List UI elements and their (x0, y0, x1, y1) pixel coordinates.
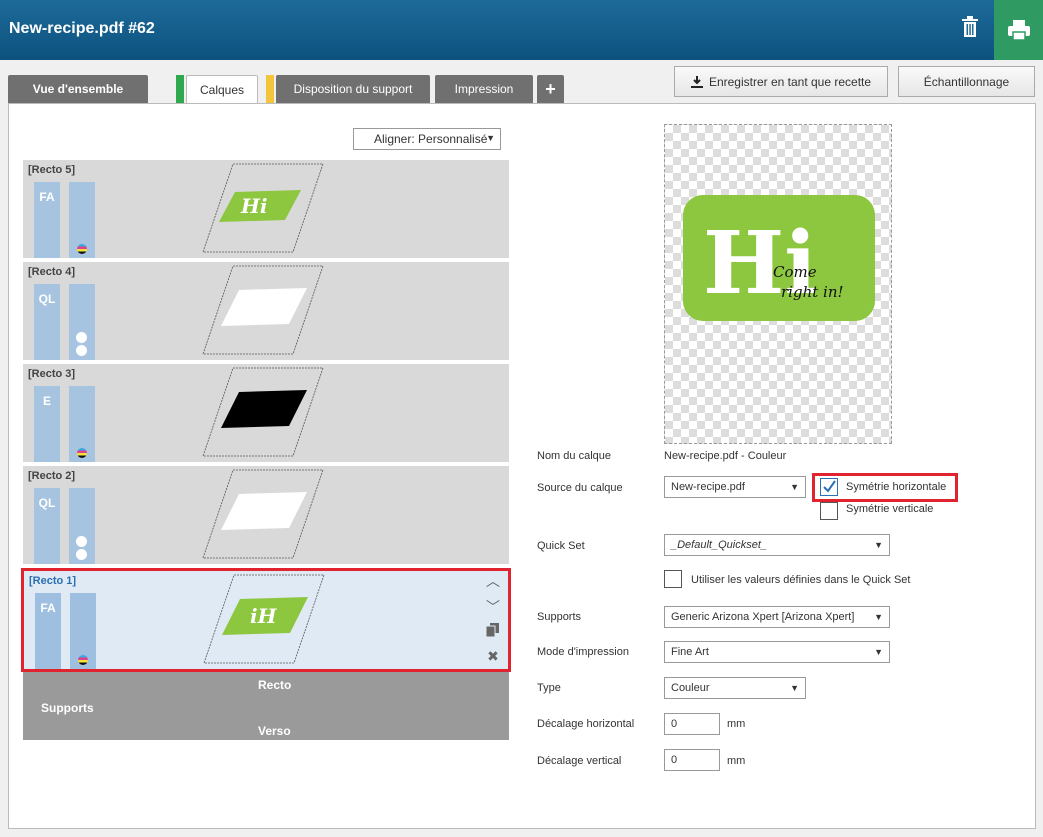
v-offset-unit: mm (727, 755, 746, 767)
preview-script-line2: right in! (781, 283, 844, 301)
mirror-h-label: Symétrie horizontale (846, 481, 947, 493)
chevron-down-icon: ▼ (874, 612, 883, 622)
print-button[interactable] (994, 0, 1043, 60)
layer-name: [Recto 4] (28, 266, 76, 278)
window-title: New-recipe.pdf #62 (9, 20, 155, 37)
tab-print[interactable]: Impression (435, 75, 533, 103)
layer-ink-column (70, 593, 96, 669)
print-mode-value: Fine Art (671, 646, 709, 658)
layer-preview: iH (203, 574, 325, 664)
svg-text:iH: iH (250, 604, 278, 628)
supports-field-label: Supports (537, 611, 582, 623)
layer-name: [Recto 3] (28, 368, 76, 380)
layer-name: [Recto 5] (28, 164, 76, 176)
tab-media-layout[interactable]: Disposition du support (276, 75, 430, 103)
sampling-button[interactable]: Échantillonnage (898, 66, 1035, 97)
align-value: Aligner: Personnalisé (374, 132, 488, 146)
move-down-icon[interactable]: ﹀ (485, 599, 501, 615)
layer-recto-1[interactable]: [Recto 1] FA iH ︿ ﹀ ✖ (21, 568, 511, 672)
quickset-select[interactable]: _Default_Quickset_ ▼ (664, 534, 890, 556)
type-select[interactable]: Couleur ▼ (664, 677, 806, 699)
layer-name: [Recto 2] (28, 470, 76, 482)
v-offset-label: Décalage vertical (537, 755, 622, 767)
layer-preview (202, 367, 324, 457)
add-tab-button[interactable]: + (537, 75, 564, 103)
layer-ink-column (69, 488, 95, 564)
chevron-down-icon: ▼ (486, 133, 495, 143)
layer-recto-2[interactable]: [Recto 2] QL (23, 466, 509, 566)
cmyk-ink-icon (78, 655, 88, 665)
preview-artwork: Hi Come right in! (683, 195, 875, 321)
quickset-label: Quick Set (537, 540, 585, 552)
layer-ink-column (69, 386, 95, 462)
white-ink-icon (76, 534, 88, 560)
v-offset-input[interactable]: 0 (664, 749, 720, 771)
quickset-value: _Default_Quickset_ (671, 539, 767, 551)
layer-mode-badge: QL (34, 488, 60, 564)
duplicate-icon[interactable] (485, 623, 501, 639)
tab-calques-color (176, 75, 184, 103)
use-quickset-label: Utiliser les valeurs définies dans le Qu… (691, 574, 911, 586)
layer-mode-badge: FA (34, 182, 60, 258)
layer-mode-badge: QL (34, 284, 60, 360)
tab-layers[interactable]: Calques (186, 75, 258, 104)
check-icon (823, 480, 836, 493)
supports-value: Generic Arizona Xpert [Arizona Xpert] (671, 611, 855, 623)
delete-button[interactable] (950, 10, 990, 44)
layer-name-label: Nom du calque (537, 450, 611, 462)
supports-label: Supports (41, 701, 94, 715)
supports-band: Recto Supports Verso (23, 672, 509, 740)
supports-select[interactable]: Generic Arizona Xpert [Arizona Xpert] ▼ (664, 606, 890, 628)
save-recipe-label: Enregistrer en tant que recette (708, 74, 872, 89)
delete-layer-icon[interactable]: ✖ (485, 648, 501, 664)
chevron-down-icon: ▼ (874, 540, 883, 550)
mirror-v-checkbox[interactable] (820, 502, 838, 520)
layer-source-value: New-recipe.pdf (671, 481, 745, 493)
move-up-icon[interactable]: ︿ (485, 573, 501, 589)
layer-preview (202, 469, 324, 559)
layer-mode-badge: E (34, 386, 60, 462)
download-icon (690, 75, 703, 88)
mirror-h-checkbox[interactable] (820, 478, 838, 496)
layer-recto-3[interactable]: [Recto 3] E (23, 364, 509, 464)
supports-recto-label: Recto (258, 678, 292, 692)
chevron-down-icon: ▼ (790, 683, 799, 693)
white-ink-icon (76, 330, 88, 356)
app-header: New-recipe.pdf #62 (0, 0, 1043, 60)
layer-mode-badge: FA (35, 593, 61, 669)
layer-name: [Recto 1] (29, 575, 77, 587)
type-label: Type (537, 682, 561, 694)
layer-source-select[interactable]: New-recipe.pdf ▼ (664, 476, 806, 498)
tab-dispo-color (266, 75, 274, 103)
align-dropdown[interactable]: Aligner: Personnalisé ▼ (353, 128, 501, 150)
cmyk-ink-icon (77, 244, 87, 254)
h-offset-unit: mm (727, 718, 746, 730)
layer-source-label: Source du calque (537, 482, 623, 494)
layer-preview-canvas: Hi Come right in! (664, 124, 892, 444)
trash-icon (962, 16, 978, 37)
svg-text:Hi: Hi (240, 194, 268, 218)
layer-recto-5[interactable]: [Recto 5] FA Hi (23, 160, 509, 260)
cmyk-ink-icon (77, 448, 87, 458)
h-offset-input[interactable]: 0 (664, 713, 720, 735)
tab-overview[interactable]: Vue d'ensemble (8, 75, 148, 103)
print-mode-select[interactable]: Fine Art ▼ (664, 641, 890, 663)
layer-ink-column (69, 182, 95, 258)
preview-script-line1: Come (773, 263, 817, 281)
supports-verso-label: Verso (258, 724, 291, 738)
chevron-down-icon: ▼ (790, 482, 799, 492)
h-offset-label: Décalage horizontal (537, 718, 635, 730)
layer-recto-4[interactable]: [Recto 4] QL (23, 262, 509, 362)
chevron-down-icon: ▼ (874, 647, 883, 657)
layer-preview: Hi (202, 163, 324, 253)
print-mode-label: Mode d'impression (537, 646, 629, 658)
save-recipe-button[interactable]: Enregistrer en tant que recette (674, 66, 888, 97)
mirror-v-label: Symétrie verticale (846, 503, 934, 515)
layer-ink-column (69, 284, 95, 360)
use-quickset-checkbox[interactable] (664, 570, 682, 588)
layer-name-value: New-recipe.pdf - Couleur (664, 450, 787, 462)
type-value: Couleur (671, 682, 710, 694)
printer-icon (1007, 20, 1030, 41)
layer-preview (202, 265, 324, 355)
